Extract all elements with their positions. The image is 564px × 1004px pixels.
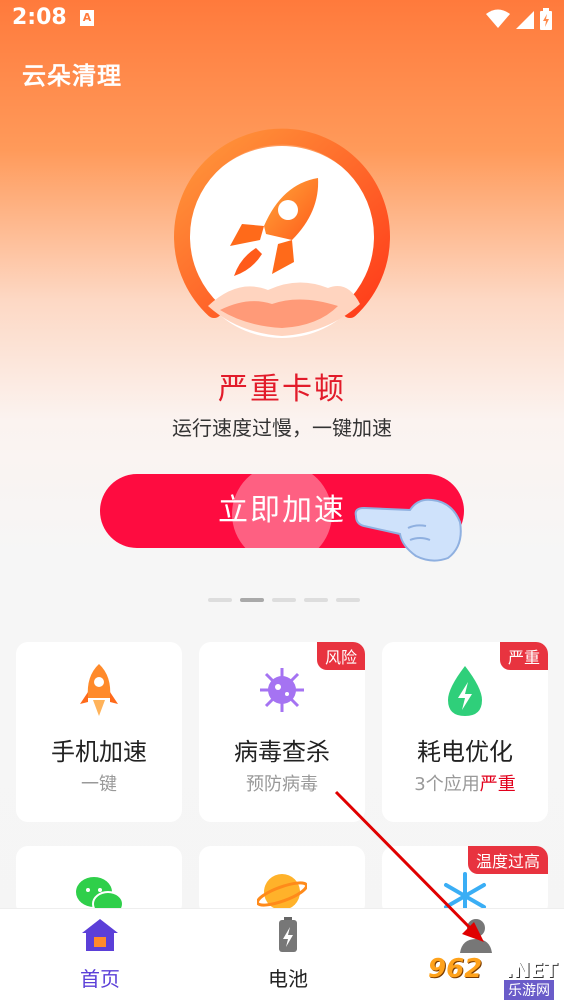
severe-text: 严重 bbox=[479, 774, 516, 795]
card-title: 手机加速 bbox=[51, 738, 147, 766]
wifi-icon bbox=[486, 9, 510, 28]
pager-dot-active bbox=[240, 598, 264, 602]
status-icons bbox=[486, 8, 552, 30]
card-title: 耗电优化 bbox=[417, 738, 513, 766]
virus-icon bbox=[260, 668, 304, 712]
battery-drop-icon bbox=[448, 666, 482, 716]
card-title: 病毒查杀 bbox=[234, 738, 330, 766]
home-icon bbox=[82, 919, 118, 951]
pager-dot bbox=[208, 598, 232, 602]
status-time: 2:08 bbox=[12, 5, 67, 30]
tab-battery[interactable]: 电池 bbox=[194, 909, 382, 1004]
battery-status-icon bbox=[540, 8, 552, 30]
status-subtitle: 运行速度过慢，一键加速 bbox=[172, 416, 392, 440]
card-virus-scan[interactable]: 风险 病毒查杀 预防病毒 bbox=[199, 642, 365, 822]
card-power-optimize[interactable]: 严重 耗电优化 3个应用严重 bbox=[382, 642, 548, 822]
card-subtitle: 预防病毒 bbox=[246, 774, 318, 795]
card-subtitle: 3个应用严重 bbox=[414, 774, 516, 795]
tab-home-label: 首页 bbox=[80, 967, 120, 991]
notification-icon: A bbox=[80, 10, 94, 26]
pager-dot bbox=[304, 598, 328, 602]
pointing-hand-icon bbox=[352, 488, 464, 564]
profile-icon bbox=[460, 919, 492, 953]
speed-gauge bbox=[168, 128, 396, 356]
severe-badge: 严重 bbox=[499, 642, 548, 670]
card-wechat-clean[interactable] bbox=[16, 846, 182, 917]
status-title: 严重卡顿 bbox=[218, 372, 346, 407]
pager-dot bbox=[336, 598, 360, 602]
battery-icon bbox=[279, 917, 297, 952]
tab-home[interactable]: 首页 bbox=[6, 909, 194, 1004]
status-bar: 2:08 A bbox=[0, 0, 564, 36]
rocket-icon bbox=[80, 664, 118, 716]
pager-dots bbox=[208, 598, 360, 602]
risk-badge: 风险 bbox=[316, 642, 365, 670]
card-subtitle: 一键 bbox=[81, 774, 117, 795]
card-cooling[interactable]: 温度过高 bbox=[382, 846, 548, 920]
app-title: 云朵清理 bbox=[22, 62, 122, 90]
signal-icon bbox=[516, 11, 534, 29]
tab-battery-label: 电池 bbox=[268, 967, 308, 991]
watermark-logo: 962 .NET 乐游网 bbox=[428, 954, 558, 1000]
pager-dot bbox=[272, 598, 296, 602]
card-planet[interactable] bbox=[199, 846, 365, 916]
card-phone-boost[interactable]: 手机加速 一键 bbox=[16, 642, 182, 822]
